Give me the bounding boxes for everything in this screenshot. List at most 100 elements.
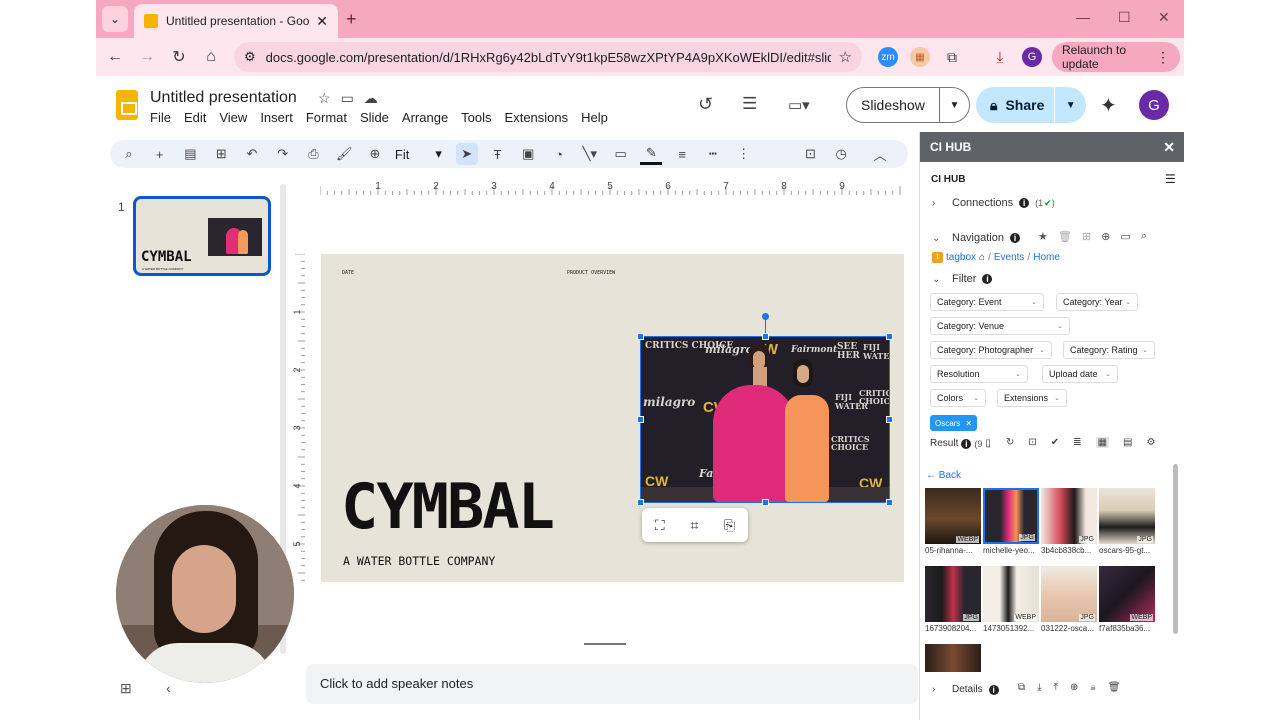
star-icon[interactable]: ☆ xyxy=(318,90,331,107)
zoom-extension-icon[interactable]: zm xyxy=(878,47,898,67)
result-item[interactable]: WEBP f7af835ba36... xyxy=(1099,566,1155,633)
filter-extensions[interactable]: Extensions ⌄ xyxy=(997,389,1067,407)
breadcrumb-home[interactable]: Home xyxy=(1033,252,1060,263)
menu-arrange[interactable]: Arrange xyxy=(402,110,448,125)
menu-file[interactable]: File xyxy=(150,110,171,125)
result-item-selected[interactable]: JPG michelle-yeo... xyxy=(983,488,1039,555)
menu-slide[interactable]: Slide xyxy=(360,110,389,125)
resize-handle-nw[interactable] xyxy=(637,333,644,340)
forward-arrow-icon[interactable]: → xyxy=(136,46,158,68)
open-external-icon[interactable]: ⧉ xyxy=(1018,682,1025,693)
refresh-icon[interactable]: ↻ xyxy=(1006,437,1014,448)
version-history-icon[interactable]: ↺ xyxy=(698,94,713,115)
filter-colors[interactable]: Colors ⌄ xyxy=(930,389,986,407)
filter-category-event[interactable]: Category: Event ⌄ xyxy=(930,293,1044,311)
comments-icon[interactable]: ☰ xyxy=(742,94,757,114)
remove-tag-icon[interactable]: ✕ xyxy=(965,419,972,428)
detail-view-icon[interactable]: ▤ xyxy=(1123,437,1132,448)
filter-category-photographer[interactable]: Category: Photographer ⌄ xyxy=(930,341,1052,359)
filter-resolution[interactable]: Resolution ⌄ xyxy=(930,365,1028,383)
site-info-icon[interactable]: ⚙ xyxy=(244,49,256,65)
back-arrow-icon[interactable]: ← xyxy=(104,46,126,68)
filter-category-rating[interactable]: Category: Rating ⌄ xyxy=(1063,341,1155,359)
navigation-row[interactable]: ⌄ Navigation i xyxy=(932,232,1020,244)
active-filter-tag[interactable]: Oscars ✕ xyxy=(930,415,978,431)
menu-tools[interactable]: Tools xyxy=(461,110,491,125)
zoom-icon[interactable]: ⊕ xyxy=(364,143,386,165)
info-icon[interactable]: i xyxy=(982,274,993,284)
paint-format-icon[interactable]: 🖌︎ xyxy=(333,143,355,165)
breadcrumb-tagbox[interactable]: tagbox xyxy=(946,252,976,263)
rotation-handle[interactable] xyxy=(762,313,769,320)
meet-video-icon[interactable]: ▭▾ xyxy=(788,96,810,114)
animation-icon[interactable]: ◷ xyxy=(830,143,852,165)
zoom-in-icon[interactable]: ⊕ xyxy=(1101,230,1110,243)
resize-handle-w[interactable] xyxy=(637,416,644,423)
menu-help[interactable]: Help xyxy=(581,110,608,125)
speaker-notes[interactable]: Click to add speaker notes xyxy=(306,664,918,704)
slideshow-options-icon[interactable]: ▼ xyxy=(940,100,969,111)
share-options-icon[interactable]: ▼ xyxy=(1055,100,1086,111)
filter-category-year[interactable]: Category: Year ⌄ xyxy=(1056,293,1138,311)
crop-icon[interactable]: ⌗ xyxy=(690,517,698,534)
close-tab-icon[interactable]: ✕ xyxy=(316,13,328,30)
result-item[interactable]: JPG 3b4cb838cb... xyxy=(1041,488,1097,555)
ci-hub-extension-icon[interactable]: ▦ xyxy=(910,47,930,67)
grid-view-icon[interactable]: ▦ xyxy=(1095,437,1110,448)
extensions-puzzle-icon[interactable]: ⧉ xyxy=(942,47,962,67)
minimize-icon[interactable]: — xyxy=(1076,9,1090,25)
info-icon[interactable]: i xyxy=(1019,198,1030,208)
menu-extensions[interactable]: Extensions xyxy=(505,110,569,125)
reload-icon[interactable]: ↻ xyxy=(168,46,190,68)
back-link[interactable]: ← Back xyxy=(926,470,961,481)
collapse-filmstrip-icon[interactable]: ‹ xyxy=(166,680,171,696)
upload-icon[interactable]: ⤒ xyxy=(1054,682,1058,693)
filter-category-venue[interactable]: Category: Venue ⌄ xyxy=(930,317,1070,335)
breadcrumb-events[interactable]: Events xyxy=(994,252,1025,263)
replace-image-icon[interactable]: ⎘ xyxy=(724,517,735,534)
delete-icon[interactable]: 🗑︎ xyxy=(1108,682,1121,693)
slideshow-label[interactable]: Slideshow xyxy=(847,88,940,122)
info-icon[interactable]: i xyxy=(988,684,999,695)
print-icon[interactable]: ⎙ xyxy=(303,143,325,165)
close-window-icon[interactable]: ✕ xyxy=(1158,9,1170,26)
slideshow-button[interactable]: Slideshow ▼ xyxy=(846,87,970,123)
lock-icon[interactable]: 🔒︎ xyxy=(1090,682,1095,693)
image-adjust-icon[interactable]: ⛶ xyxy=(655,517,665,534)
resize-handle-se[interactable] xyxy=(886,499,893,506)
move-folder-icon[interactable]: ▭ xyxy=(341,90,354,107)
result-item[interactable]: JPG 1673908204... xyxy=(925,566,981,633)
bookmark-star-icon[interactable]: ☆ xyxy=(839,48,852,66)
relaunch-button[interactable]: Relaunch to update ⋮ xyxy=(1052,42,1180,72)
collapse-toolbar-icon[interactable]: ︿ xyxy=(869,143,891,165)
filter-upload-date[interactable]: Upload date ⌄ xyxy=(1042,365,1118,383)
slide-tagline[interactable]: A WATER BOTTLE COMPANY xyxy=(343,554,495,568)
share-button[interactable]: 🔒︎ Share ▼ xyxy=(976,87,1086,123)
download-icon[interactable]: ⤓ xyxy=(1037,682,1041,693)
add-slide-icon[interactable]: ⊞ xyxy=(210,143,232,165)
browser-menu-icon[interactable]: ⋮ xyxy=(1156,49,1170,66)
layout-icon[interactable]: ▤ xyxy=(180,143,202,165)
zoom-icon[interactable]: ⊕ xyxy=(1070,682,1078,693)
omnibox[interactable]: ⚙ docs.google.com/presentation/d/1RHxRg6… xyxy=(234,42,862,72)
menu-insert[interactable]: Insert xyxy=(260,110,293,125)
grid-view-icon[interactable]: ⊞ xyxy=(120,680,132,697)
tab-presentation[interactable]: Untitled presentation - Google ✕ xyxy=(134,4,338,38)
profile-avatar[interactable]: G xyxy=(1022,47,1042,67)
menu-format[interactable]: Format xyxy=(306,110,347,125)
undo-icon[interactable]: ↶ xyxy=(241,143,263,165)
ci-hub-menu-icon[interactable]: ☰ xyxy=(1165,172,1176,186)
details-row[interactable]: › Details i xyxy=(932,684,999,695)
new-slide-icon[interactable]: + xyxy=(149,143,171,165)
gemini-sparkle-icon[interactable]: ✦ xyxy=(1100,93,1117,118)
search-icon[interactable]: ⌕ xyxy=(1141,230,1147,243)
border-color-icon[interactable]: ✎ xyxy=(640,143,663,165)
select-cursor-icon[interactable]: ➤ xyxy=(455,143,478,165)
border-dash-icon[interactable]: ┅ xyxy=(702,143,724,165)
results-scrollbar[interactable] xyxy=(1173,464,1178,634)
shape-icon[interactable]: ◔ xyxy=(548,143,570,165)
list-view-icon[interactable]: ≣ xyxy=(1073,437,1081,448)
redo-icon[interactable]: ↷ xyxy=(272,143,294,165)
info-icon[interactable]: i xyxy=(961,438,972,449)
image-options-icon[interactable]: ⊡ xyxy=(800,143,822,165)
